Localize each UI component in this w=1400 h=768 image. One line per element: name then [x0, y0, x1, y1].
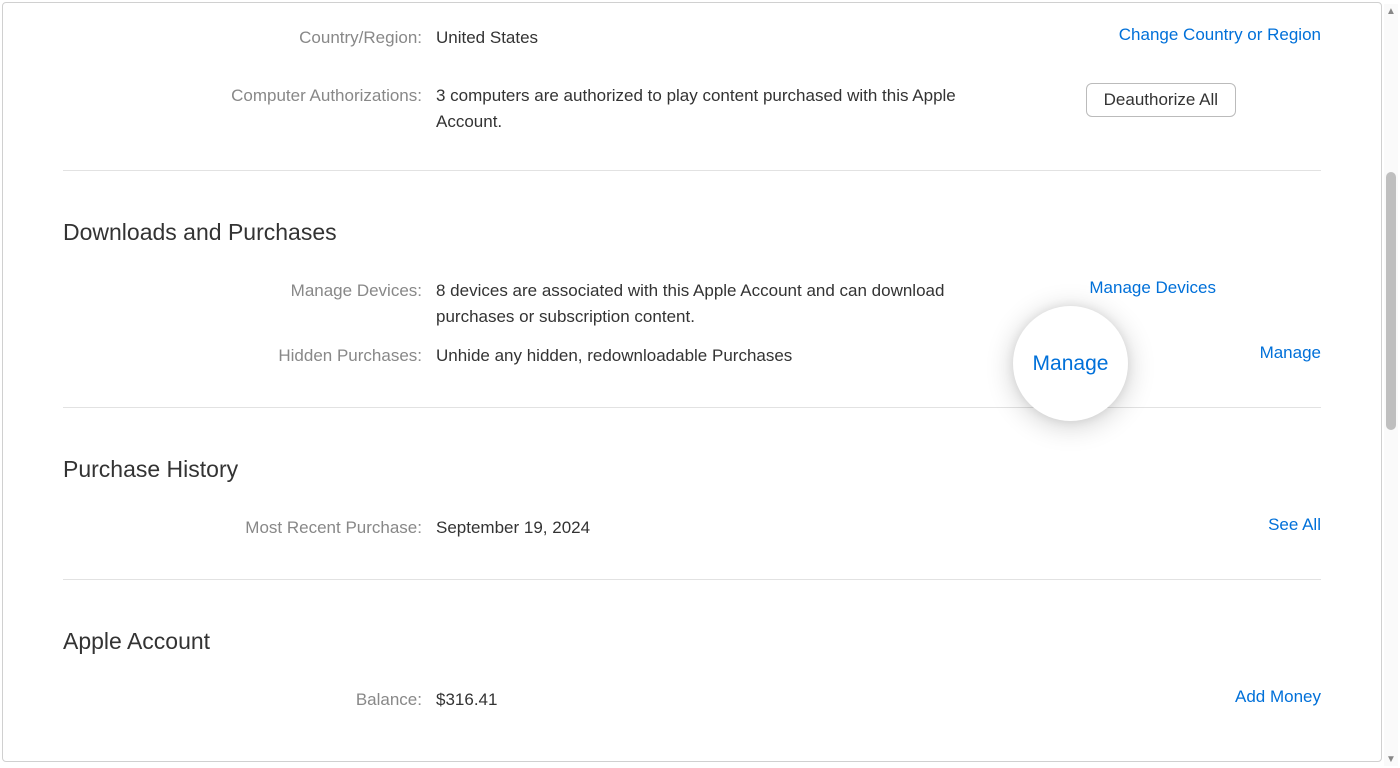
most-recent-purchase-value: September 19, 2024 [436, 515, 1091, 541]
section-divider [63, 170, 1321, 171]
downloads-purchases-section: Downloads and Purchases Manage Devices: … [63, 219, 1321, 371]
computer-auth-value: 3 computers are authorized to play conte… [436, 83, 1006, 134]
deauthorize-all-button[interactable]: Deauthorize All [1086, 83, 1236, 117]
section-divider [63, 579, 1321, 580]
manage-devices-row: Manage Devices: 8 devices are associated… [63, 278, 1321, 329]
change-country-region-link[interactable]: Change Country or Region [1119, 25, 1321, 44]
most-recent-purchase-label: Most Recent Purchase: [63, 515, 436, 541]
manage-devices-value: 8 devices are associated with this Apple… [436, 278, 986, 329]
manage-hidden-purchases-link[interactable]: Manage [1260, 343, 1321, 362]
downloads-purchases-title: Downloads and Purchases [63, 219, 1321, 246]
hidden-purchases-row: Hidden Purchases: Unhide any hidden, red… [63, 343, 1321, 371]
manage-devices-label: Manage Devices: [63, 278, 436, 304]
purchase-history-title: Purchase History [63, 456, 1321, 483]
manage-highlight-callout: Manage [1013, 306, 1128, 421]
purchase-history-section: Purchase History Most Recent Purchase: S… [63, 456, 1321, 543]
country-region-row: Country/Region: United States Change Cou… [63, 25, 1321, 53]
balance-value: $316.41 [436, 687, 1091, 713]
account-info-section: Country/Region: United States Change Cou… [63, 25, 1321, 134]
balance-label: Balance: [63, 687, 436, 713]
content-area: Country/Region: United States Change Cou… [3, 3, 1381, 749]
add-money-link[interactable]: Add Money [1235, 687, 1321, 706]
manage-highlight-text[interactable]: Manage [1033, 352, 1109, 376]
section-divider [63, 407, 1321, 408]
computer-auth-label: Computer Authorizations: [63, 83, 436, 109]
hidden-purchases-label: Hidden Purchases: [63, 343, 436, 369]
scrollbar-thumb[interactable] [1386, 172, 1396, 430]
apple-account-title: Apple Account [63, 628, 1321, 655]
see-all-purchases-link[interactable]: See All [1268, 515, 1321, 534]
apple-account-section: Apple Account Balance: $316.41 Add Money [63, 628, 1321, 715]
computer-auth-row: Computer Authorizations: 3 computers are… [63, 83, 1321, 134]
country-region-label: Country/Region: [63, 25, 436, 51]
account-settings-window: Country/Region: United States Change Cou… [2, 2, 1382, 762]
scroll-up-arrow-icon[interactable]: ▲ [1384, 4, 1398, 18]
hidden-purchases-value: Unhide any hidden, redownloadable Purcha… [436, 343, 1091, 369]
scroll-down-arrow-icon[interactable]: ▼ [1384, 752, 1398, 766]
balance-row: Balance: $316.41 Add Money [63, 687, 1321, 715]
country-region-value: United States [436, 25, 1091, 51]
most-recent-purchase-row: Most Recent Purchase: September 19, 2024… [63, 515, 1321, 543]
manage-devices-link[interactable]: Manage Devices [1089, 278, 1216, 297]
